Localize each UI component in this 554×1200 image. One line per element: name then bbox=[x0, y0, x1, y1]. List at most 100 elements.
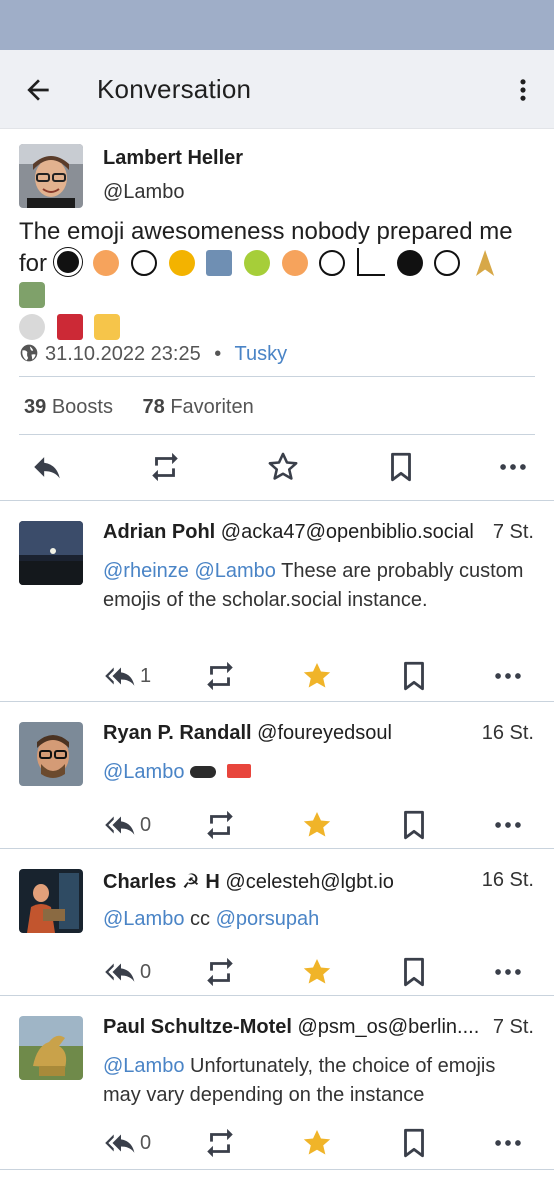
mood-emoji bbox=[226, 764, 251, 778]
reply-author[interactable]: Paul Schultze-Motel @psm_os@berlin.... bbox=[103, 1016, 515, 1039]
reply-all-icon[interactable] bbox=[104, 1126, 138, 1160]
cat-emoji bbox=[94, 314, 121, 340]
status-timestamp: 31.10.2022 23:25 bbox=[45, 343, 201, 365]
pd-emoji bbox=[319, 250, 346, 276]
cc-emoji bbox=[131, 250, 158, 276]
reply-author[interactable]: Charles ☭ H @celesteh@lgbt.io bbox=[103, 869, 394, 894]
starfleet-emoji bbox=[475, 250, 495, 276]
boost-icon[interactable] bbox=[203, 808, 237, 842]
reply-all-icon[interactable] bbox=[104, 955, 138, 989]
reply-time: 7 St. bbox=[490, 521, 534, 544]
reply-item[interactable]: Ryan P. Randall @foureyedsoul 16 St. @La… bbox=[0, 701, 554, 848]
more-horiz-icon[interactable] bbox=[491, 659, 525, 693]
status-stats: 39 Boosts 78 Favoriten bbox=[24, 396, 254, 419]
reply-item[interactable]: Paul Schultze-Motel @psm_os@berlin.... 7… bbox=[0, 995, 554, 1170]
wikipedia-emoji bbox=[19, 314, 45, 340]
reply-icon[interactable] bbox=[30, 450, 64, 484]
boost-icon[interactable] bbox=[203, 659, 237, 693]
arrow-back-icon[interactable] bbox=[22, 74, 54, 106]
open-access-2-emoji bbox=[281, 250, 308, 276]
author-name[interactable]: Lambert Heller bbox=[103, 147, 243, 170]
reply-actions: 0 bbox=[0, 947, 554, 997]
reply-time: 16 St. bbox=[481, 722, 534, 744]
boost-icon[interactable] bbox=[203, 1126, 237, 1160]
status-content: The emoji awesomeness nobody prepared me… bbox=[19, 216, 539, 344]
reply-count: 1 bbox=[140, 665, 152, 687]
avatar[interactable] bbox=[19, 722, 83, 786]
reply-mentions[interactable]: @rheinze @Lambo bbox=[103, 560, 276, 582]
reply-time: 7 St. bbox=[490, 1016, 534, 1039]
more-horiz-icon[interactable] bbox=[491, 1126, 525, 1160]
reply-mentions[interactable]: @Lambo bbox=[103, 761, 184, 783]
copy-emoji bbox=[434, 250, 461, 276]
bookmark-icon[interactable] bbox=[384, 450, 418, 484]
status-text-for: for bbox=[19, 250, 48, 277]
divider bbox=[0, 1169, 554, 1170]
reply-count: 0 bbox=[140, 961, 152, 983]
more-vert-icon[interactable] bbox=[509, 74, 537, 106]
reply-item[interactable]: Charles ☭ H @celesteh@lgbt.io 16 St. @La… bbox=[0, 848, 554, 995]
star-icon[interactable] bbox=[300, 955, 334, 989]
reply-mentions[interactable]: @Lambo bbox=[103, 1055, 184, 1077]
baby-emoji bbox=[19, 282, 45, 308]
favs-stat[interactable]: 78 Favoriten bbox=[143, 396, 254, 418]
boost-icon[interactable] bbox=[148, 450, 182, 484]
boost-icon[interactable] bbox=[203, 955, 237, 989]
reply-actions: 1 bbox=[0, 651, 554, 701]
more-horiz-icon[interactable] bbox=[491, 808, 525, 842]
meta-separator: • bbox=[214, 343, 222, 365]
globe-icon bbox=[20, 344, 38, 362]
bookmark-icon[interactable] bbox=[397, 1126, 431, 1160]
chart-emoji bbox=[357, 248, 386, 276]
bookmark-icon[interactable] bbox=[397, 659, 431, 693]
reply-count: 0 bbox=[140, 1132, 152, 1154]
zotero-emoji bbox=[56, 314, 83, 340]
divider bbox=[19, 376, 535, 377]
open-access-emoji bbox=[93, 250, 120, 276]
reply-author[interactable]: Ryan P. Randall @foureyedsoul bbox=[103, 722, 392, 745]
app-bar: Konversation bbox=[0, 50, 554, 129]
author-handle[interactable]: @Lambo bbox=[103, 181, 184, 204]
bird-emoji bbox=[396, 250, 423, 276]
orcid-zero-emoji bbox=[53, 248, 82, 276]
reply-all-icon[interactable] bbox=[104, 659, 138, 693]
star-icon[interactable] bbox=[300, 808, 334, 842]
reply-mention-2[interactable]: @porsupah bbox=[216, 908, 320, 930]
skateboard-emoji bbox=[190, 766, 217, 778]
archive-emoji bbox=[206, 250, 233, 276]
status-emoji-line: for bbox=[19, 248, 539, 312]
reply-time: 16 St. bbox=[481, 869, 534, 891]
star-icon[interactable] bbox=[300, 1126, 334, 1160]
orcid-id-emoji bbox=[244, 250, 271, 276]
reply-content: @Lambo bbox=[103, 758, 533, 787]
reply-all-icon[interactable] bbox=[104, 808, 138, 842]
avatar[interactable] bbox=[19, 521, 83, 585]
status-emoji-line2 bbox=[19, 312, 539, 344]
bookmark-icon[interactable] bbox=[397, 808, 431, 842]
avatar[interactable] bbox=[19, 1016, 83, 1080]
avatar[interactable] bbox=[19, 144, 83, 208]
reply-mentions[interactable]: @Lambo bbox=[103, 908, 184, 930]
reply-item[interactable]: Adrian Pohl @acka47@openbiblio.social 7 … bbox=[0, 500, 554, 701]
client-link[interactable]: Tusky bbox=[234, 343, 287, 365]
reply-actions: 0 bbox=[0, 800, 554, 850]
bookmark-icon[interactable] bbox=[397, 955, 431, 989]
boosts-stat[interactable]: 39 Boosts bbox=[24, 396, 113, 418]
doi-emoji bbox=[168, 250, 195, 276]
more-horiz-icon[interactable] bbox=[491, 955, 525, 989]
avatar[interactable] bbox=[19, 869, 83, 933]
star-icon[interactable] bbox=[266, 450, 300, 484]
system-status-bar bbox=[0, 0, 554, 50]
status-text-line1: The emoji awesomeness nobody prepared me bbox=[19, 218, 513, 245]
reply-count: 0 bbox=[140, 814, 152, 836]
reply-actions: 0 bbox=[0, 1118, 554, 1168]
status-meta: 31.10.2022 23:25 • Tusky bbox=[19, 343, 287, 366]
status-actions bbox=[0, 438, 554, 498]
reply-content: @Lambo Unfortunately, the choice of emoj… bbox=[103, 1055, 496, 1106]
star-icon[interactable] bbox=[300, 659, 334, 693]
divider bbox=[19, 434, 535, 435]
reply-author[interactable]: Adrian Pohl @acka47@openbiblio.social bbox=[103, 521, 515, 544]
more-horiz-icon[interactable] bbox=[496, 450, 530, 484]
reply-content: @rheinze @Lambo These are probably custo… bbox=[103, 560, 524, 611]
reply-content: @Lambo cc @porsupah bbox=[103, 908, 320, 930]
